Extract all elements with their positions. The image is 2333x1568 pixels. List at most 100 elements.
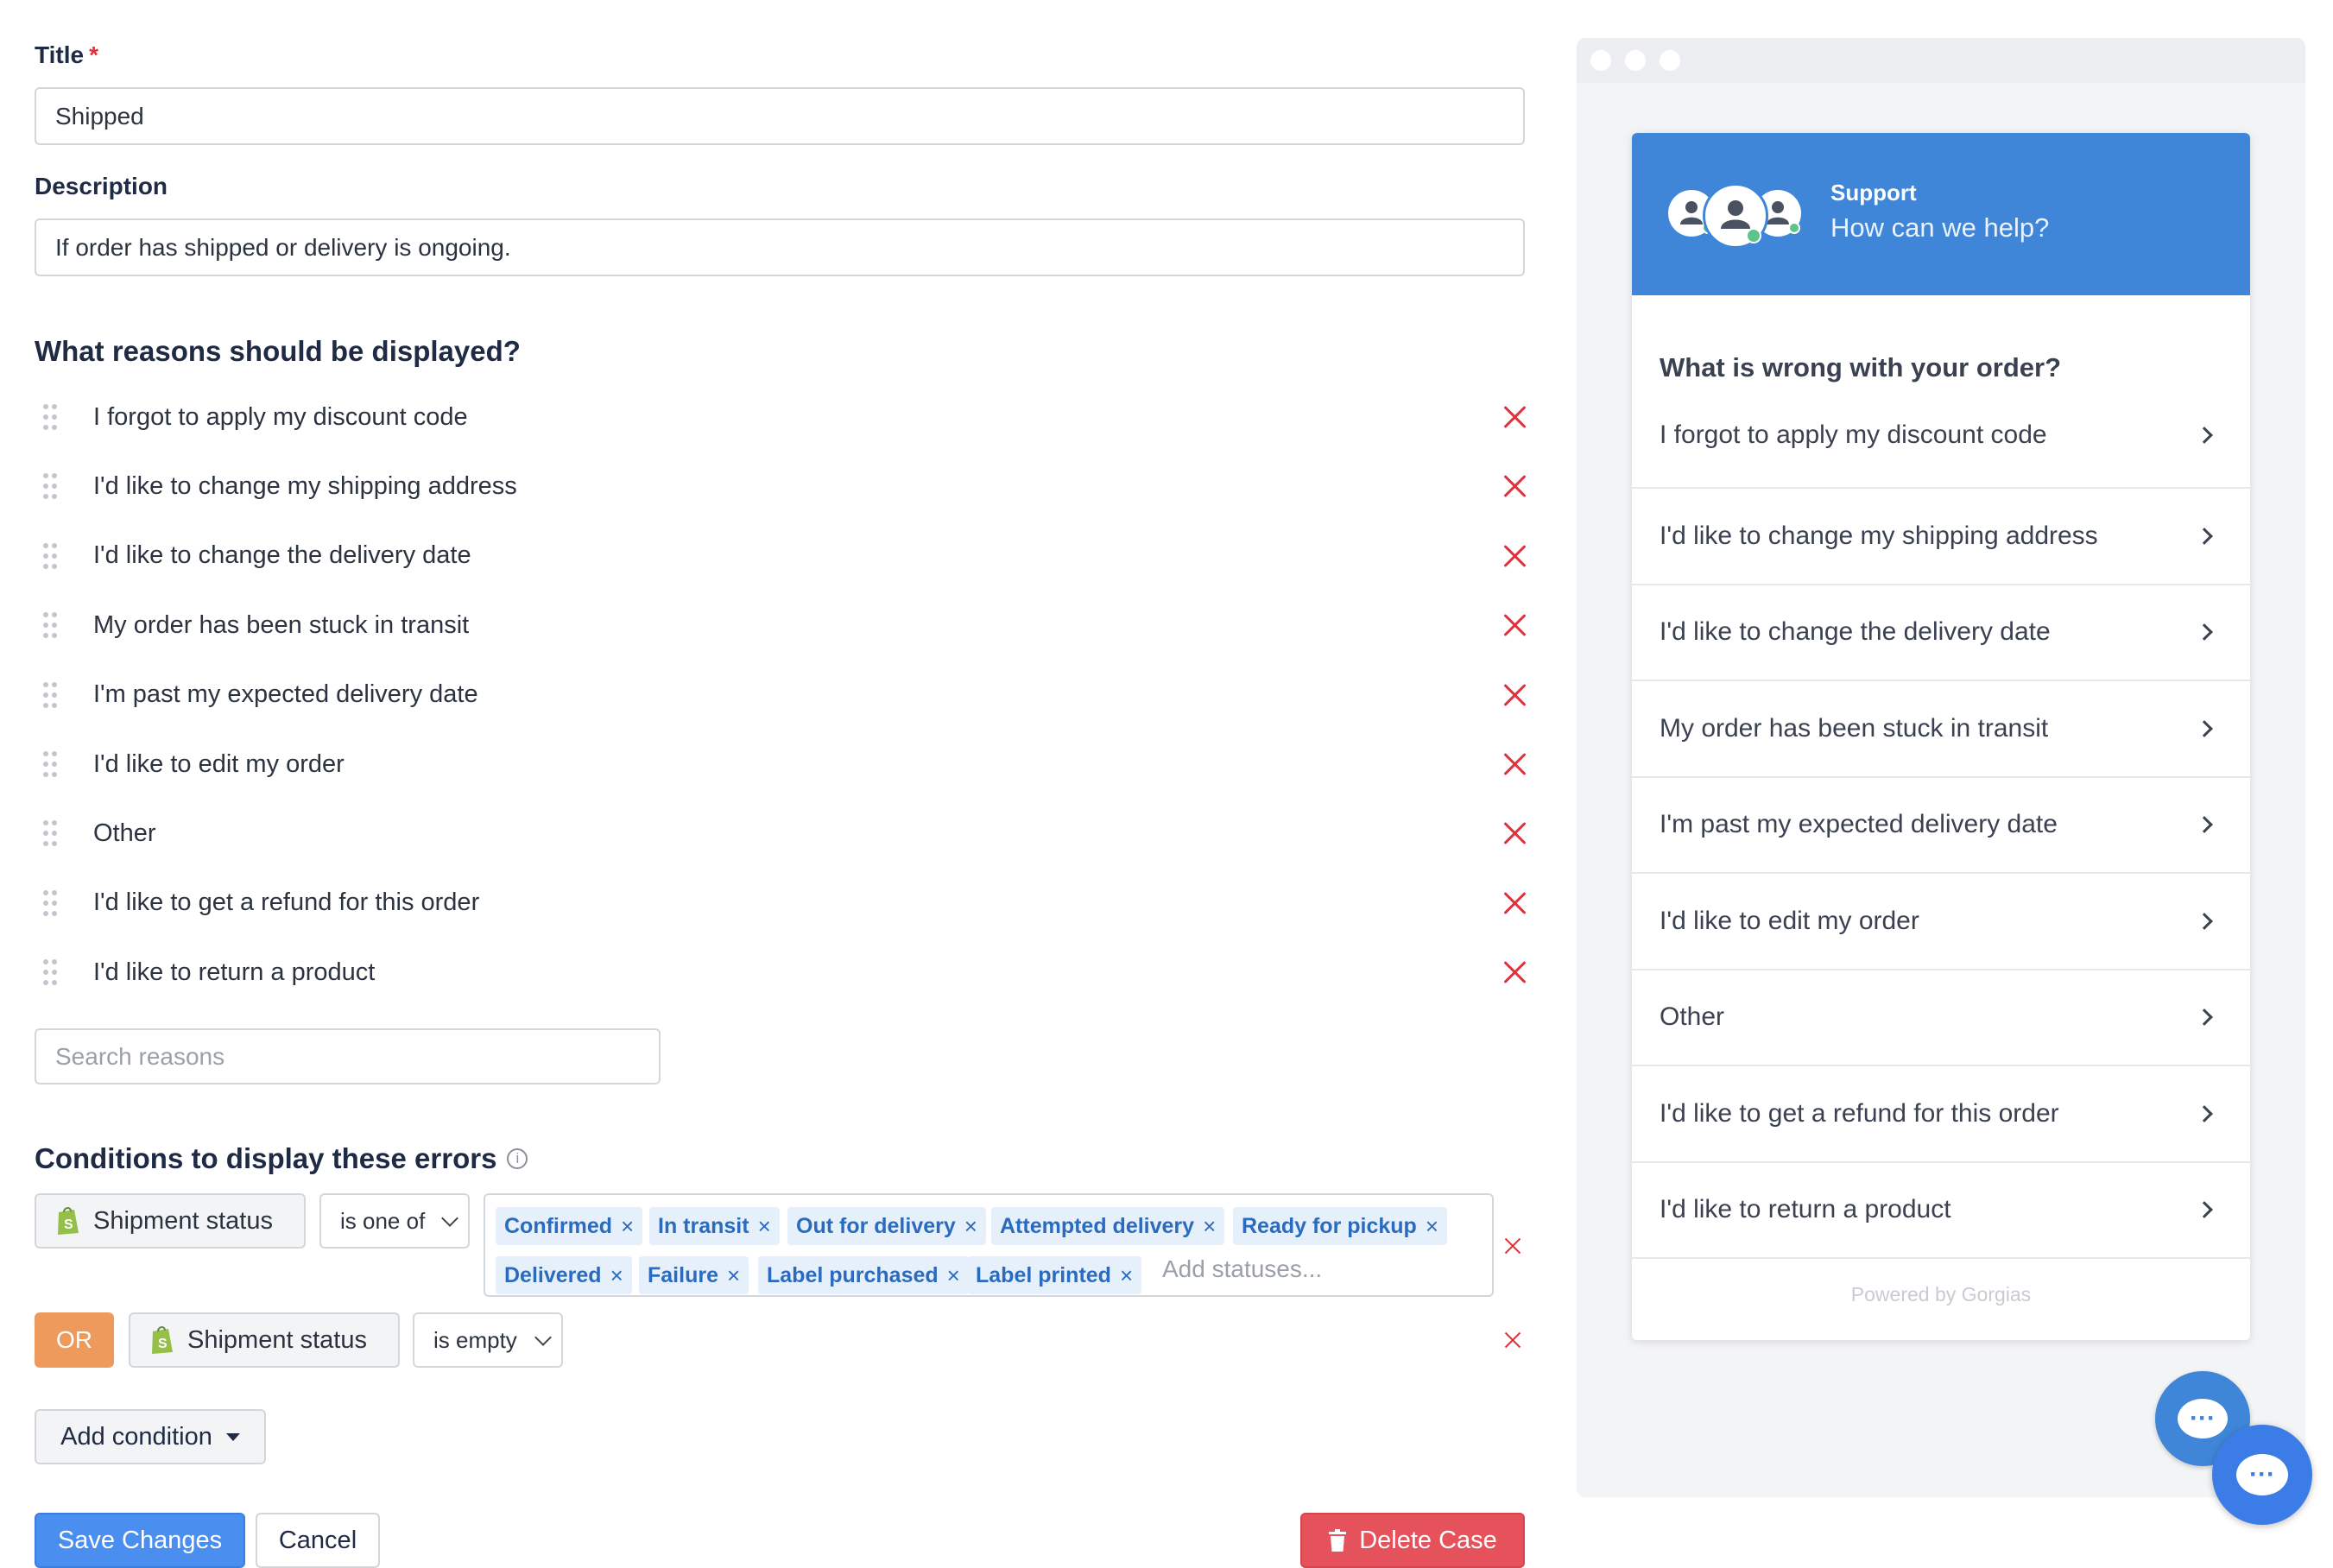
widget-reason-item[interactable]: I'd like to change the delivery date <box>1632 585 2250 681</box>
chat-launcher-button-overlay[interactable]: ··· <box>2212 1425 2312 1525</box>
save-changes-button[interactable]: Save Changes <box>35 1513 245 1568</box>
svg-text:S: S <box>158 1337 168 1351</box>
search-reasons-input[interactable]: Search reasons <box>35 1028 661 1084</box>
chat-icon: ··· <box>2236 1454 2288 1495</box>
remove-tag-icon[interactable]: × <box>758 1213 771 1240</box>
status-tag: In transit × <box>649 1207 780 1245</box>
description-input-value: If order has shipped or delivery is ongo… <box>55 233 511 261</box>
delete-case-button[interactable]: Delete Case <box>1300 1513 1525 1568</box>
conditions-heading: Conditions to display these errors i <box>35 1142 528 1175</box>
widget-reason-item[interactable]: My order has been stuck in transit <box>1632 681 2250 778</box>
widget-reason-label: Other <box>1660 1002 1725 1031</box>
remove-tag-icon[interactable]: × <box>621 1213 634 1240</box>
status-tag: Label printed × <box>967 1256 1142 1294</box>
chevron-right-icon <box>2196 623 2213 641</box>
chat-widget-preview: Support How can we help? What is wrong w… <box>1632 133 2250 1340</box>
drag-handle-icon[interactable] <box>43 819 62 848</box>
delete-case-label: Delete Case <box>1359 1526 1497 1554</box>
agent-avatar-icon <box>1703 183 1768 249</box>
reason-label: I'm past my expected delivery date <box>93 680 478 709</box>
remove-reason-icon[interactable] <box>1502 890 1528 916</box>
drag-handle-icon[interactable] <box>43 610 62 640</box>
operator-select[interactable]: is one of <box>319 1193 470 1249</box>
condition-field-shipment-status[interactable]: S Shipment status <box>35 1193 306 1249</box>
window-dot-icon <box>1660 50 1680 71</box>
reason-label: I forgot to apply my discount code <box>93 402 468 431</box>
widget-reason-item[interactable]: I'd like to return a product <box>1632 1162 2250 1259</box>
powered-by-text: Powered by Gorgias <box>1850 1283 2032 1306</box>
widget-header: Support How can we help? <box>1632 133 2250 295</box>
remove-tag-icon[interactable]: × <box>947 1262 960 1289</box>
status-tag: Confirmed × <box>496 1207 643 1245</box>
operator-select-2[interactable]: is empty <box>413 1312 563 1368</box>
drag-handle-icon[interactable] <box>43 471 62 501</box>
remove-reason-icon[interactable] <box>1502 612 1528 638</box>
statuses-tag-input[interactable]: Confirmed × In transit × Out for delivery × At… <box>484 1193 1494 1297</box>
reason-label: I'd like to get a refund for this order <box>93 888 480 917</box>
widget-reason-item[interactable]: Other <box>1632 970 2250 1066</box>
chat-icon: ··· <box>2178 1399 2228 1438</box>
remove-tag-icon[interactable]: × <box>727 1262 740 1289</box>
remove-condition-icon[interactable] <box>1504 1237 1521 1255</box>
or-connector-badge[interactable]: OR <box>35 1312 114 1368</box>
remove-reason-icon[interactable] <box>1502 820 1528 846</box>
drag-handle-icon[interactable] <box>43 749 62 779</box>
status-tag-label: Out for delivery <box>796 1213 956 1238</box>
drag-handle-icon[interactable] <box>43 680 62 710</box>
widget-reason-item[interactable]: I'm past my expected delivery date <box>1632 777 2250 874</box>
cancel-button[interactable]: Cancel <box>256 1513 380 1568</box>
shopify-icon: S <box>55 1205 81 1236</box>
widget-reason-label: I'd like to return a product <box>1660 1195 1951 1223</box>
remove-reason-icon[interactable] <box>1502 682 1528 708</box>
remove-tag-icon[interactable]: × <box>1426 1213 1438 1240</box>
remove-reason-icon[interactable] <box>1502 473 1528 499</box>
status-tag-label: Confirmed <box>504 1213 612 1238</box>
remove-tag-icon[interactable]: × <box>1120 1262 1133 1289</box>
reasons-heading: What reasons should be displayed? <box>35 335 521 367</box>
remove-reason-icon[interactable] <box>1502 404 1528 430</box>
widget-reason-item[interactable]: I forgot to apply my discount code <box>1632 383 2250 489</box>
description-input[interactable]: If order has shipped or delivery is ongo… <box>35 218 1525 276</box>
drag-handle-icon[interactable] <box>43 402 62 432</box>
title-input-value: Shipped <box>55 102 144 130</box>
svg-text:S: S <box>64 1217 73 1232</box>
remove-tag-icon[interactable]: × <box>610 1262 623 1289</box>
reason-label: I'd like to return a product <box>93 958 376 986</box>
drag-handle-icon[interactable] <box>43 888 62 918</box>
chevron-right-icon <box>2196 816 2213 833</box>
info-icon[interactable]: i <box>507 1148 528 1169</box>
reason-label: My order has been stuck in transit <box>93 610 470 639</box>
reason-label: I'd like to change my shipping address <box>93 471 517 500</box>
status-tag: Attempted delivery × <box>991 1207 1225 1245</box>
condition-field-shipment-status-2[interactable]: S Shipment status <box>129 1312 400 1368</box>
widget-reason-item[interactable]: I'd like to change my shipping address <box>1632 489 2250 585</box>
remove-tag-icon[interactable]: × <box>964 1213 977 1240</box>
preview-window-bar <box>1577 38 2305 83</box>
remove-reason-icon[interactable] <box>1502 959 1528 985</box>
condition-field-label: Shipment status <box>187 1325 367 1354</box>
widget-reason-item[interactable]: I'd like to get a refund for this order <box>1632 1066 2250 1163</box>
remove-reason-icon[interactable] <box>1502 751 1528 777</box>
caret-down-icon <box>225 1432 240 1441</box>
add-condition-button[interactable]: Add condition <box>35 1409 266 1464</box>
remove-tag-icon[interactable]: × <box>1203 1213 1216 1240</box>
required-mark: * <box>89 41 98 68</box>
status-tag: Failure × <box>639 1256 749 1294</box>
drag-handle-icon[interactable] <box>43 958 62 987</box>
reason-row: I forgot to apply my discount code <box>35 383 1528 452</box>
widget-reason-label: My order has been stuck in transit <box>1660 713 2049 743</box>
title-input[interactable]: Shipped <box>35 87 1525 145</box>
chevron-right-icon <box>2196 912 2213 930</box>
drag-handle-icon[interactable] <box>43 541 62 571</box>
chevron-right-icon <box>2196 719 2213 737</box>
status-tag-label: Label purchased <box>767 1262 939 1287</box>
add-statuses-placeholder: Add statuses... <box>1162 1255 1323 1282</box>
remove-reason-icon[interactable] <box>1502 543 1528 569</box>
widget-reason-label: I forgot to apply my discount code <box>1660 420 2047 449</box>
remove-condition-icon[interactable] <box>1504 1331 1521 1349</box>
reason-row: I'm past my expected delivery date <box>35 661 1528 730</box>
reason-label: Other <box>93 819 156 847</box>
status-tag-label: Delivered <box>504 1262 602 1287</box>
widget-reason-item[interactable]: I'd like to edit my order <box>1632 874 2250 971</box>
widget-reason-label: I'm past my expected delivery date <box>1660 810 2058 838</box>
